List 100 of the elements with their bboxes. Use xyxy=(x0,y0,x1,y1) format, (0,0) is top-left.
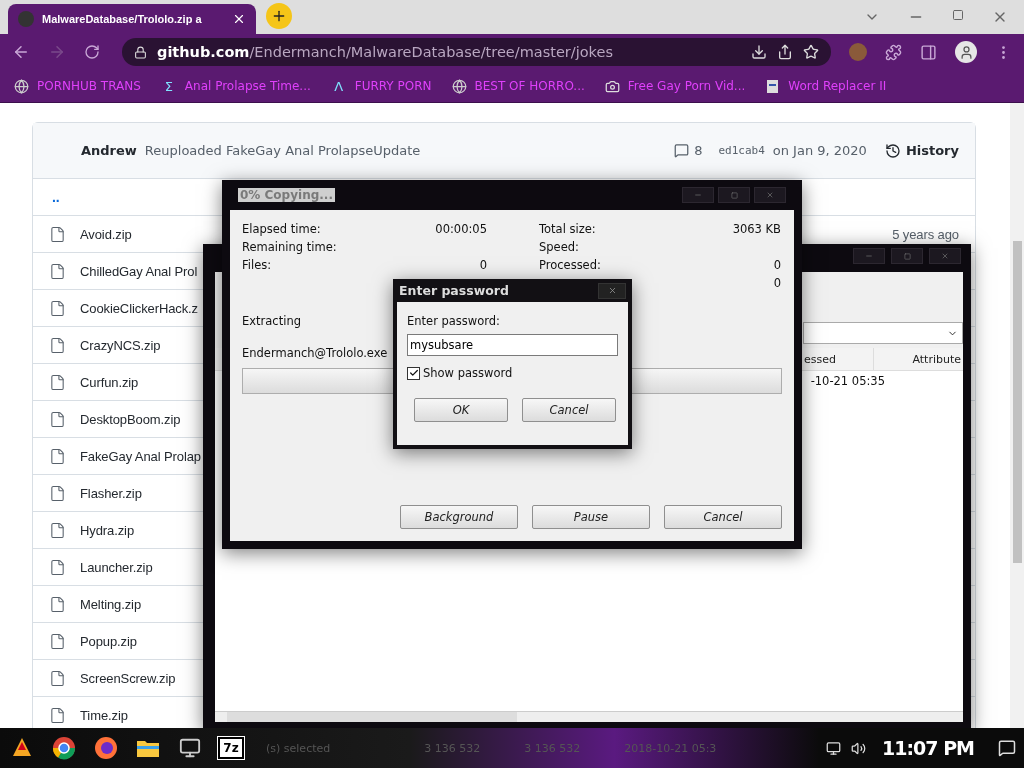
file-name[interactable]: Launcher.zip xyxy=(80,559,153,575)
address-bar[interactable]: github.com/Endermanch/MalwareDatabase/tree/master/jokes xyxy=(122,38,831,66)
dialog-button[interactable]: Cancel xyxy=(522,398,616,422)
stat-value: 0 xyxy=(773,258,781,272)
stat-value: 3063 KB xyxy=(732,222,781,236)
bookmark[interactable]: PORNHUB TRANS xyxy=(14,78,141,94)
bookmark[interactable]: Free Gay Porn Vid... xyxy=(604,78,746,94)
stat-label: Total size: xyxy=(539,222,596,236)
restore-icon[interactable] xyxy=(952,9,964,21)
clock[interactable]: 11:07 PM xyxy=(882,737,974,759)
url-text: github.com/Endermanch/MalwareDatabase/tree/master/jokes xyxy=(157,44,614,60)
new-tab-button[interactable] xyxy=(266,3,292,29)
back-icon[interactable] xyxy=(12,43,30,61)
file-age: 5 years ago xyxy=(892,226,959,242)
app-icon[interactable]: 7z xyxy=(218,737,244,759)
file-name[interactable]: Hydra.zip xyxy=(80,522,134,538)
operation-label: Extracting xyxy=(242,314,301,328)
file-name[interactable]: Curfun.zip xyxy=(80,374,139,390)
close-icon xyxy=(766,191,774,199)
letter-icon: Λ xyxy=(330,78,347,94)
status-text: 2018-10-21 05:3 xyxy=(624,741,717,755)
bookmark[interactable]: Σ Anal Prolapse Time... xyxy=(160,78,311,94)
minimize-icon xyxy=(694,191,702,199)
browser-tab[interactable]: MalwareDatabase/Trololo.zip a xyxy=(8,4,256,34)
stat-value: 0 xyxy=(773,276,781,290)
browser-icon[interactable] xyxy=(50,734,78,762)
side-panel-icon[interactable] xyxy=(920,43,937,61)
dialog-button[interactable]: Cancel xyxy=(664,505,782,529)
dialog-title: 0% Copying... xyxy=(238,188,335,202)
file-icon xyxy=(49,336,66,354)
file-icon xyxy=(49,262,66,280)
file-icon xyxy=(49,669,66,687)
dialog-button[interactable]: Pause xyxy=(532,505,650,529)
stat-label: Processed: xyxy=(539,258,601,272)
globe-icon xyxy=(14,78,29,94)
stat-label: Files: xyxy=(242,258,272,272)
stat-label: Remaining time: xyxy=(242,240,337,254)
file-icon xyxy=(49,521,66,539)
file-name[interactable]: Time.zip xyxy=(80,707,128,723)
horizontal-scrollbar[interactable] xyxy=(215,711,963,722)
document-icon xyxy=(765,78,781,94)
checkbox[interactable] xyxy=(407,366,420,380)
history-icon xyxy=(884,142,901,159)
bookmark[interactable]: Word Replacer II xyxy=(765,78,887,94)
file-name[interactable]: CookieClickerHack.z xyxy=(80,300,199,316)
maximize-icon xyxy=(903,252,911,260)
comment-count[interactable]: 8 xyxy=(674,143,703,158)
tab-title: MalwareDatabase/Trololo.zip a xyxy=(42,13,202,25)
stat-label: Elapsed time: xyxy=(242,222,321,236)
volume-icon[interactable] xyxy=(851,740,867,756)
table-cell-text: -10-21 05:35 xyxy=(810,373,885,390)
commit-message[interactable]: Reuploaded FakeGay Anal ProlapseUpdate xyxy=(144,143,667,158)
reload-icon[interactable] xyxy=(84,44,100,60)
star-icon[interactable] xyxy=(803,44,819,60)
file-name[interactable]: ChilledGay Anal Prol xyxy=(80,263,198,279)
checkbox-label[interactable]: Show password xyxy=(423,366,513,380)
share-icon[interactable] xyxy=(777,44,793,60)
plus-icon xyxy=(271,8,287,24)
globe-icon xyxy=(451,78,467,94)
file-name[interactable]: ScreenScrew.zip xyxy=(80,670,176,686)
file-name[interactable]: DesktopBoom.zip xyxy=(80,411,181,427)
file-icon xyxy=(49,299,66,317)
browser-icon[interactable] xyxy=(92,734,120,762)
file-name[interactable]: CrazyNCS.zip xyxy=(80,337,161,353)
file-name[interactable]: Popup.zip xyxy=(80,633,137,649)
history-link[interactable]: History xyxy=(884,142,959,159)
file-icon xyxy=(49,225,66,243)
stat-value: 00:00:05 xyxy=(435,222,487,236)
file-name[interactable]: Melting.zip xyxy=(80,596,142,612)
file-icon xyxy=(49,706,66,724)
file-icon xyxy=(49,410,66,428)
commit-author[interactable]: Andrew xyxy=(81,143,137,158)
dialog-button[interactable]: OK xyxy=(414,398,508,422)
commit-sha[interactable]: ed1cab4 xyxy=(718,144,765,157)
network-icon[interactable] xyxy=(826,740,842,756)
column-header[interactable]: Attribute xyxy=(873,348,963,370)
dialog-title: Enter password xyxy=(399,283,509,298)
download-icon[interactable] xyxy=(751,44,767,60)
close-icon[interactable] xyxy=(232,12,246,26)
bookmark[interactable]: BEST OF HORRO... xyxy=(451,78,585,94)
password-field[interactable]: mysubsare xyxy=(407,334,618,356)
bookmark[interactable]: Λ FURRY PORN xyxy=(330,78,432,94)
status-text: 3 136 532 xyxy=(524,741,581,755)
profile-icon[interactable] xyxy=(955,41,977,63)
file-icon xyxy=(49,484,66,502)
notification-icon[interactable] xyxy=(998,739,1016,757)
parent-directory-link[interactable]: .. xyxy=(49,189,60,205)
letter-icon: Σ xyxy=(160,78,177,94)
scrollbar[interactable] xyxy=(1010,103,1024,729)
dialog-button[interactable]: Background xyxy=(400,505,518,529)
file-name: Endermanch@Trololo.exe xyxy=(242,346,388,360)
file-icon xyxy=(49,447,66,465)
puzzle-icon[interactable] xyxy=(885,43,902,61)
stat-label: Speed: xyxy=(539,240,579,254)
file-name[interactable]: FakeGay Anal Prolap xyxy=(80,448,201,464)
status-text: 3 136 532 xyxy=(424,741,481,755)
close-icon xyxy=(941,252,949,260)
file-name[interactable]: Flasher.zip xyxy=(80,485,142,501)
file-name[interactable]: Avoid.zip xyxy=(80,226,132,242)
comment-icon xyxy=(674,143,690,158)
